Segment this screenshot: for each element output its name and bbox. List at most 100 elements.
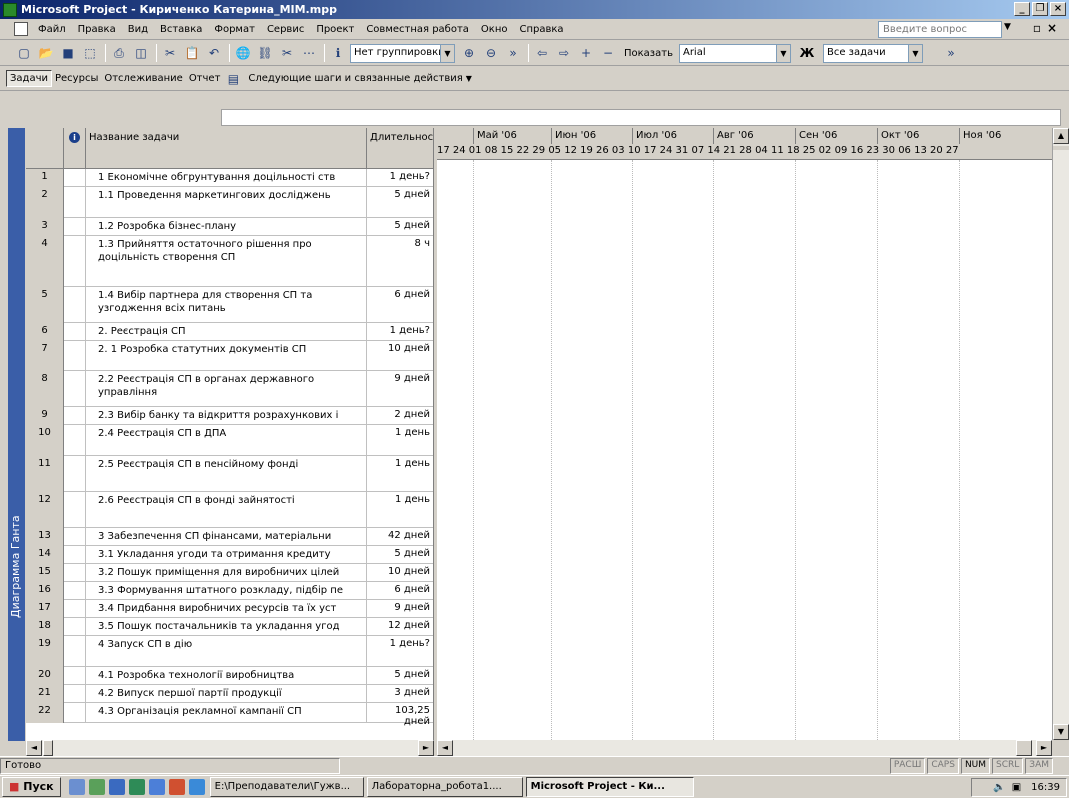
menu-help[interactable]: Справка <box>514 24 570 35</box>
duration-cell[interactable]: 6 дней <box>367 287 433 322</box>
toolbar-options-icon[interactable]: » <box>503 43 523 63</box>
close-button[interactable]: × <box>1050 2 1066 16</box>
task-name-cell[interactable]: 1.2 Розробка бізнес-плану <box>86 218 367 235</box>
guide-resources-button[interactable]: Ресурсы <box>52 71 101 86</box>
insert-hyperlink-icon[interactable]: 🌐 <box>233 43 253 63</box>
link-tasks-icon[interactable]: ⛓ <box>255 43 275 63</box>
task-name-cell[interactable]: 2.5 Реєстрація СП в пенсійному фонді <box>86 456 367 491</box>
table-horizontal-scrollbar[interactable]: ◄ ► <box>26 740 434 756</box>
task-name-cell[interactable]: 3.2 Пошук приміщення для виробничих ціле… <box>86 564 367 581</box>
chevron-down-icon[interactable]: ▼ <box>907 44 922 62</box>
menu-edit[interactable]: Правка <box>72 24 122 35</box>
task-name-cell[interactable]: 2.3 Вибір банку та відкриття розрахунков… <box>86 407 367 424</box>
scroll-right-icon[interactable]: ► <box>1036 740 1052 756</box>
start-button[interactable]: ■ Пуск <box>2 777 61 797</box>
scroll-thumb[interactable] <box>1053 146 1069 150</box>
duration-cell[interactable]: 8 ч <box>367 236 433 286</box>
table-row[interactable]: 22 4.3 Організація рекламної кампанії СП 1… <box>26 703 433 727</box>
row-id[interactable]: 21 <box>26 685 64 703</box>
scroll-left-icon[interactable]: ◄ <box>437 740 453 756</box>
unlink-tasks-icon[interactable]: ✂ <box>277 43 297 63</box>
duration-cell[interactable]: 42 дней <box>367 528 433 545</box>
indicators-column-header[interactable]: i <box>64 128 86 169</box>
row-id[interactable]: 5 <box>26 287 64 323</box>
scroll-thumb[interactable] <box>43 740 53 756</box>
task-name-cell[interactable]: 3.4 Придбання виробничих ресурсів та їх … <box>86 600 367 617</box>
row-id[interactable]: 4 <box>26 236 64 287</box>
volume-icon[interactable]: 🔈 <box>993 782 1005 793</box>
duration-cell[interactable]: 1 день <box>367 492 433 527</box>
table-row[interactable]: 16 3.3 Формування штатного розкладу, підб… <box>26 582 433 600</box>
table-row[interactable]: 17 3.4 Придбання виробничих ресурсів та ї… <box>26 600 433 618</box>
row-id[interactable]: 16 <box>26 582 64 600</box>
vertical-scrollbar[interactable]: ▲ ▼ <box>1052 128 1069 740</box>
menu-tools[interactable]: Сервис <box>261 24 310 35</box>
table-row[interactable]: 8 2.2 Реєстрація СП в органах державного … <box>26 371 433 407</box>
gantt-horizontal-scrollbar[interactable]: ◄ ► <box>437 740 1052 756</box>
task-name-cell[interactable]: 3 Забезпечення СП фінансами, матеріальни <box>86 528 367 545</box>
entry-field[interactable] <box>221 109 1061 126</box>
taskbar-explorer-window[interactable]: E:\Преподаватели\Гужв... <box>209 777 364 797</box>
task-name-cell[interactable]: 1.4 Вибір партнера для створення СП та у… <box>86 287 367 322</box>
duration-cell[interactable]: 5 дней <box>367 546 433 563</box>
document-icon[interactable] <box>14 22 28 36</box>
clock[interactable]: 16:39 <box>1031 782 1060 793</box>
duration-cell[interactable]: 9 дней <box>367 600 433 617</box>
task-name-cell[interactable]: 4.3 Організація рекламної кампанії СП <box>86 703 367 722</box>
scroll-down-icon[interactable]: ▼ <box>1053 724 1069 740</box>
table-row[interactable]: 20 4.1 Розробка технології виробництва 5 д… <box>26 667 433 685</box>
duration-column-header[interactable]: Длительность <box>367 128 433 169</box>
duration-cell[interactable]: 5 дней <box>367 218 433 235</box>
duration-cell[interactable]: 103,25 дней <box>367 703 433 727</box>
quicklaunch-ie-icon[interactable] <box>188 779 205 795</box>
row-id[interactable]: 8 <box>26 371 64 407</box>
new-icon[interactable]: ▢ <box>14 43 34 63</box>
task-name-cell[interactable]: 4.1 Розробка технології виробництва <box>86 667 367 684</box>
scroll-left-icon[interactable]: ◄ <box>26 740 42 756</box>
table-row[interactable]: 10 2.4 Реєстрація СП в ДПА 1 день <box>26 425 433 456</box>
show-subtasks-icon[interactable]: + <box>576 43 596 63</box>
quicklaunch-word-icon[interactable] <box>108 779 125 795</box>
row-id[interactable]: 15 <box>26 564 64 582</box>
row-id[interactable]: 18 <box>26 618 64 636</box>
duration-cell[interactable]: 3 дней <box>367 685 433 702</box>
table-row[interactable]: 21 4.2 Випуск першої партії продукції 3 дн… <box>26 685 433 703</box>
task-name-cell[interactable]: 3.5 Пошук постачальників та укладання уг… <box>86 618 367 635</box>
duration-cell[interactable]: 1 день <box>367 425 433 455</box>
task-name-cell[interactable]: 1.3 Прийняття остаточного рішення про до… <box>86 236 367 286</box>
row-id[interactable]: 6 <box>26 323 64 341</box>
table-row[interactable]: 14 3.1 Укладання угоди та отримання креди… <box>26 546 433 564</box>
bold-button[interactable]: Ж <box>797 43 817 63</box>
minimize-button[interactable]: _ <box>1014 2 1030 16</box>
permission-icon[interactable]: ⬚ <box>80 43 100 63</box>
table-row[interactable]: 1 1 Економічне обгрунтування доцільності … <box>26 169 433 187</box>
row-id[interactable]: 2 <box>26 187 64 218</box>
document-window-controls[interactable]: ▫× <box>1033 21 1063 35</box>
task-name-cell[interactable]: 3.3 Формування штатного розкладу, підбір… <box>86 582 367 599</box>
row-id[interactable]: 10 <box>26 425 64 456</box>
table-row[interactable]: 3 1.2 Розробка бізнес-плану 5 дней <box>26 218 433 236</box>
guide-tracking-button[interactable]: Отслеживание <box>101 71 185 86</box>
table-row[interactable]: 5 1.4 Вибір партнера для створення СП та … <box>26 287 433 323</box>
select-all-corner[interactable] <box>26 128 64 169</box>
ask-question-input[interactable]: Введите вопрос <box>878 21 1002 38</box>
quicklaunch-media-icon[interactable] <box>168 779 185 795</box>
network-icon[interactable]: ▣ <box>1012 782 1021 793</box>
task-name-cell[interactable]: 2.6 Реєстрація СП в фонді зайнятості <box>86 492 367 527</box>
show-menu[interactable]: Показать <box>620 48 677 59</box>
task-name-cell[interactable]: 2. Реєстрація СП <box>86 323 367 340</box>
chevron-down-icon[interactable]: ▼ <box>775 44 790 62</box>
duration-cell[interactable]: 10 дней <box>367 564 433 581</box>
duration-cell[interactable]: 1 день? <box>367 169 433 186</box>
restore-button[interactable]: ❐ <box>1032 2 1048 16</box>
indent-icon[interactable]: ⇨ <box>554 43 574 63</box>
row-id[interactable]: 20 <box>26 667 64 685</box>
duration-cell[interactable]: 2 дней <box>367 407 433 424</box>
menu-format[interactable]: Формат <box>208 24 261 35</box>
row-id[interactable]: 1 <box>26 169 64 187</box>
taskbar-word-window[interactable]: Лабораторна_робота1.... <box>366 777 523 797</box>
row-id[interactable]: 12 <box>26 492 64 528</box>
row-id[interactable]: 11 <box>26 456 64 492</box>
table-row[interactable]: 18 3.5 Пошук постачальників та укладання … <box>26 618 433 636</box>
scroll-thumb[interactable] <box>1016 740 1032 756</box>
